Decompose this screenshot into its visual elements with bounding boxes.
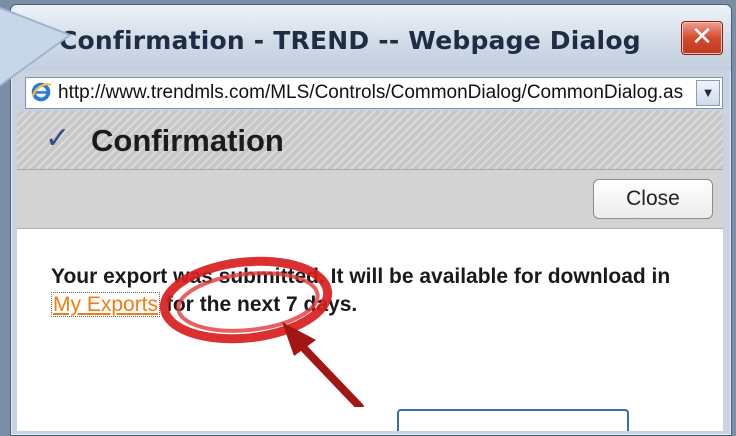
- my-exports-link[interactable]: My Exports: [51, 292, 161, 317]
- address-bar[interactable]: http://www.trendmls.com/MLS/Controls/Com…: [25, 77, 723, 109]
- dialog-header: ✓ Confirmation: [17, 111, 723, 170]
- close-button[interactable]: Close: [593, 179, 713, 219]
- cursor-pointer-shape: [0, 6, 73, 87]
- confirmation-message: Your export was submitted. It will be av…: [51, 263, 671, 319]
- window-close-button[interactable]: ✕: [681, 21, 723, 55]
- check-icon: ✓: [45, 121, 71, 156]
- address-dropdown-button[interactable]: ▼: [696, 80, 720, 106]
- url-field[interactable]: http://www.trendmls.com/MLS/Controls/Com…: [58, 82, 684, 104]
- chevron-down-icon: ▼: [701, 85, 715, 100]
- close-icon: ✕: [691, 22, 713, 52]
- bottom-button[interactable]: [397, 409, 629, 431]
- page-title: Confirmation: [91, 123, 284, 158]
- dialog-toolbar: Close: [17, 170, 723, 229]
- dialog-content: ✓ Confirmation Close Your export was sub…: [17, 111, 723, 431]
- message-text-start: Your export was submitted. It will be av…: [51, 265, 671, 288]
- message-text-end: for the next 7 days.: [160, 293, 358, 316]
- window-title: Confirmation - TREND -- Webpage Dialog: [59, 26, 641, 55]
